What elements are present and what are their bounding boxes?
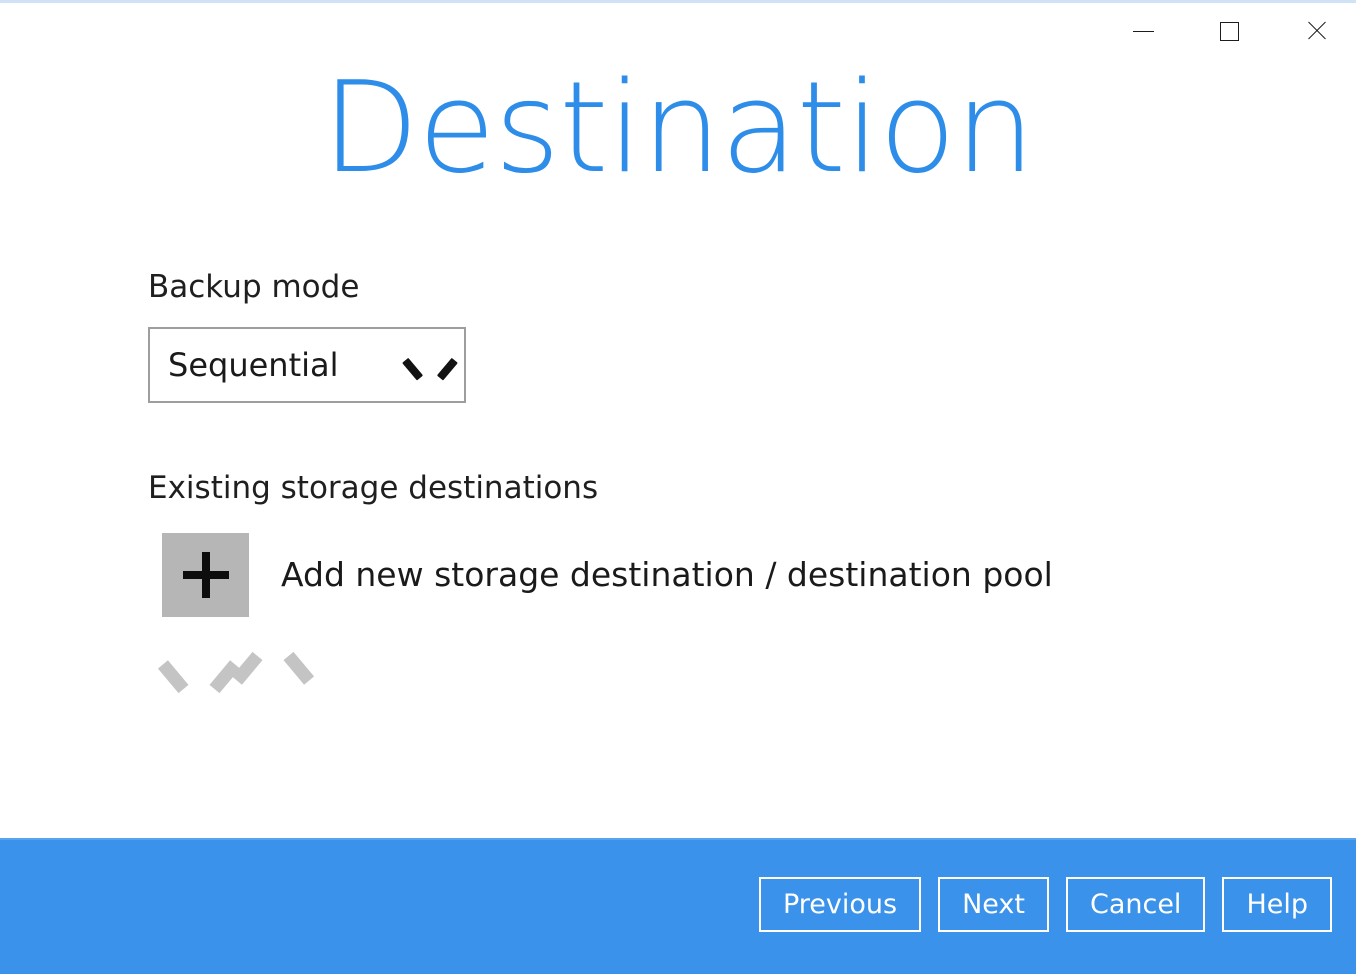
add-destination-button[interactable]: [162, 533, 249, 617]
maximize-icon: [1219, 21, 1239, 41]
window-titlebar: [0, 3, 1356, 59]
close-button[interactable]: [1294, 8, 1340, 54]
minimize-button[interactable]: [1120, 8, 1166, 54]
existing-destinations-label: Existing storage destinations: [148, 470, 599, 506]
destination-reorder-controls: [157, 649, 1328, 697]
next-button[interactable]: Next: [938, 877, 1049, 932]
previous-button[interactable]: Previous: [758, 877, 922, 932]
backup-mode-select[interactable]: Sequential: [148, 327, 466, 403]
add-destination-label: Add new storage destination / destinatio…: [281, 555, 1053, 594]
cancel-button[interactable]: Cancel: [1065, 877, 1206, 932]
move-up-button[interactable]: [157, 649, 241, 697]
minimize-icon: [1132, 30, 1154, 32]
help-button[interactable]: Help: [1222, 877, 1332, 932]
close-icon: [1305, 19, 1329, 43]
footer-button-group: Previous Next Cancel Help: [758, 877, 1332, 932]
plus-icon: [182, 552, 229, 598]
wizard-footer: Previous Next Cancel Help: [0, 838, 1356, 974]
chevron-up-icon: [157, 660, 189, 694]
page-title: Destination: [321, 54, 1035, 201]
chevron-down-icon-right: [283, 651, 315, 685]
maximize-button[interactable]: [1206, 8, 1252, 54]
move-down-button[interactable]: [231, 649, 315, 697]
destination-wizard-window: Destination Backup mode Sequential Exist…: [0, 0, 1356, 974]
backup-mode-selected-value: Sequential: [168, 346, 339, 384]
backup-mode-label: Backup mode: [148, 269, 360, 305]
main-content: Backup mode Sequential Existing storage …: [148, 268, 1328, 697]
chevron-down-icon: [412, 354, 448, 376]
chevron-down-icon-left: [231, 651, 263, 685]
add-destination-row[interactable]: Add new storage destination / destinatio…: [162, 533, 1328, 617]
